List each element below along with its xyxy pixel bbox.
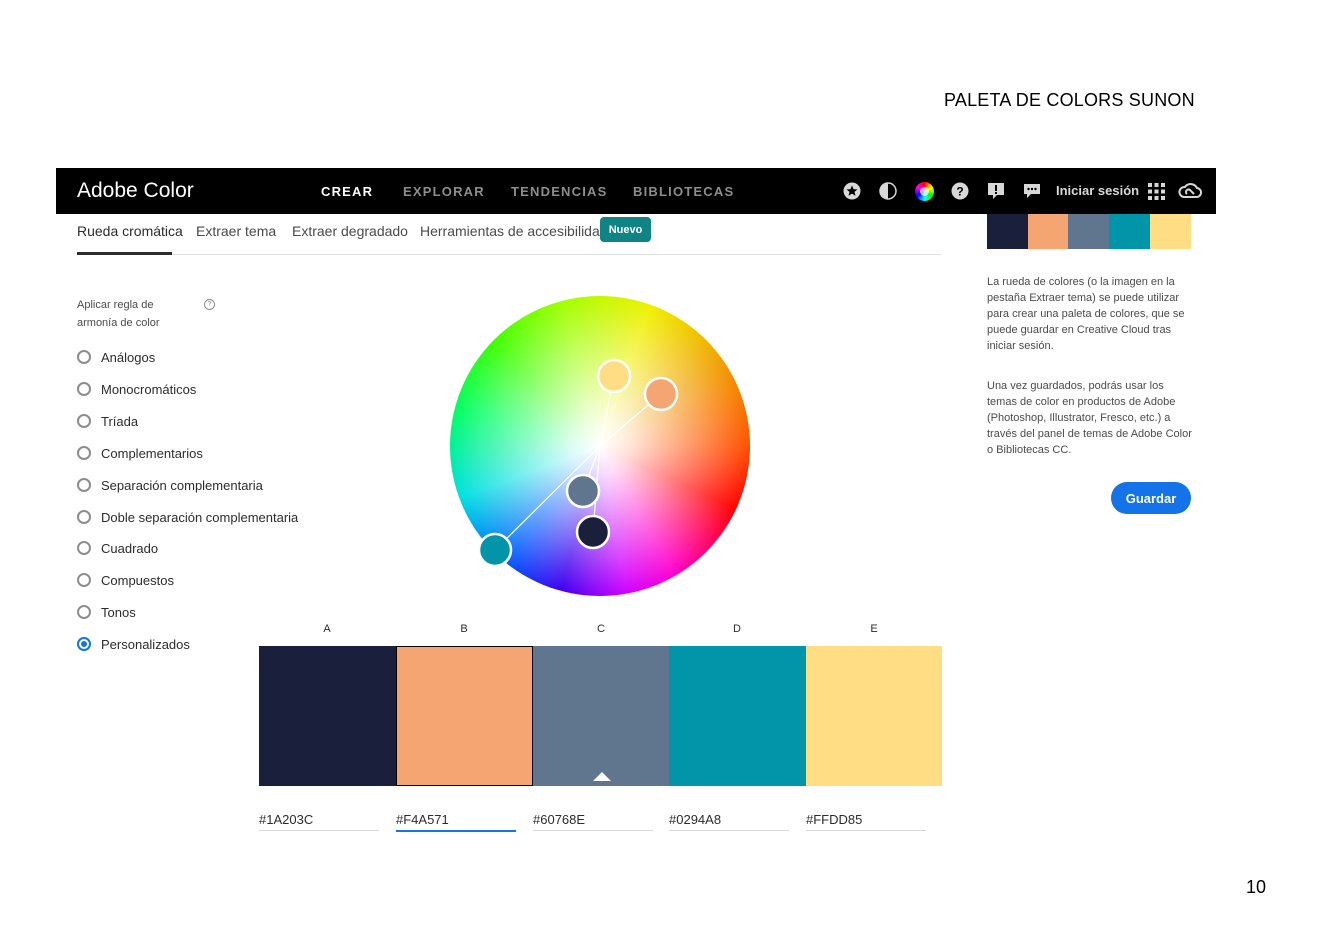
hex-input-b[interactable]: #F4A571	[396, 812, 516, 832]
radio-button[interactable]	[77, 382, 91, 396]
radio-label: Tonos	[101, 604, 136, 620]
base-color-triangle-icon[interactable]	[593, 772, 611, 781]
swatch-a[interactable]	[259, 646, 396, 786]
save-button[interactable]: Guardar	[1111, 482, 1191, 514]
wheel-handle-b	[643, 376, 679, 412]
wheel-handle-d	[477, 532, 513, 568]
nav-crear[interactable]: CREAR	[321, 184, 373, 199]
page-number: 10	[1246, 877, 1267, 897]
radio-button[interactable]	[77, 350, 91, 364]
tabs-divider	[77, 254, 942, 255]
radio-label: Compuestos	[101, 572, 174, 588]
hex-input-c[interactable]: #60768E	[533, 812, 653, 831]
swatch-c[interactable]	[533, 646, 669, 786]
radio-button-selected[interactable]	[77, 637, 91, 651]
apps-grid-icon[interactable]	[1146, 181, 1166, 201]
alert-icon[interactable]	[986, 181, 1006, 201]
radio-button[interactable]	[77, 605, 91, 619]
mini-swatch-a	[987, 214, 1028, 249]
wheel-handle-e	[596, 358, 632, 394]
page-title: PALETA DE COLORS SUNON	[944, 90, 1195, 110]
hex-input-a[interactable]: #1A203C	[259, 812, 379, 831]
radio-cuadrado[interactable]: Cuadrado	[77, 538, 158, 558]
help-icon[interactable]: ?	[204, 299, 215, 310]
radio-button[interactable]	[77, 573, 91, 587]
radio-tonos[interactable]: Tonos	[77, 602, 136, 622]
chat-icon[interactable]	[1022, 181, 1042, 201]
top-navigation-bar: Adobe Color CREAR EXPLORAR TENDENCIAS BI…	[56, 168, 1216, 214]
hex-input-e[interactable]: #FFDD85	[806, 812, 926, 831]
mini-swatch-c	[1068, 214, 1109, 249]
radio-separacion-complementaria[interactable]: Separación complementaria	[77, 475, 263, 495]
radio-label: Tríada	[101, 413, 139, 429]
radio-label: Monocromáticos	[101, 381, 197, 397]
mini-swatch-e	[1150, 214, 1191, 249]
radio-label: Complementarios	[101, 445, 203, 461]
radio-button[interactable]	[77, 510, 91, 524]
mini-swatch-b	[1028, 214, 1068, 249]
radio-personalizados[interactable]: Personalizados	[77, 634, 190, 654]
radio-monocromaticos[interactable]: Monocromáticos	[77, 379, 196, 399]
swatch-d[interactable]	[669, 646, 806, 786]
nav-explorar[interactable]: EXPLORAR	[403, 184, 485, 199]
nav-bibliotecas[interactable]: BIBLIOTECAS	[633, 184, 734, 199]
tab-extraer-tema[interactable]: Extraer tema	[196, 223, 276, 239]
mini-swatch-d	[1109, 214, 1150, 249]
brand-logo[interactable]: Adobe Color	[77, 179, 194, 203]
wheel-handle-a	[575, 514, 611, 550]
swatch-letter-a: A	[323, 623, 331, 635]
swatch-letter-e: E	[870, 623, 878, 635]
radio-label: Separación complementaria	[101, 477, 263, 493]
radio-button[interactable]	[77, 414, 91, 428]
radio-label: Cuadrado	[101, 540, 159, 556]
tab-herramientas-accesibilidad[interactable]: Herramientas de accesibilidad	[420, 223, 608, 239]
harmony-rule-label: Aplicar regla de armonía de color	[77, 299, 160, 329]
swatch-b-selected[interactable]	[396, 646, 533, 786]
side-description-2: Una vez guardados, podrás usar los temas…	[987, 380, 1192, 456]
radio-label: Análogos	[101, 349, 156, 365]
swatch-letter-c: C	[597, 623, 605, 635]
new-badge: Nuevo	[600, 217, 651, 242]
creative-cloud-icon[interactable]	[1178, 181, 1202, 201]
radio-triada[interactable]: Tríada	[77, 411, 138, 431]
radio-compuestos[interactable]: Compuestos	[77, 570, 174, 590]
color-wheel-handles[interactable]	[450, 296, 750, 596]
tab-rueda-cromatica[interactable]: Rueda cromática	[77, 223, 183, 239]
radio-button[interactable]	[77, 446, 91, 460]
hex-input-d[interactable]: #0294A8	[669, 812, 789, 831]
swatch-letter-d: D	[733, 623, 741, 635]
radio-analogos[interactable]: Análogos	[77, 347, 155, 367]
radio-doble-separacion[interactable]: Doble separación complementaria	[77, 507, 298, 527]
star-badge-icon[interactable]	[842, 181, 862, 201]
side-description-1: La rueda de colores (o la imagen en la p…	[987, 276, 1185, 352]
active-tab-indicator	[77, 252, 172, 255]
radio-button[interactable]	[77, 478, 91, 492]
contrast-icon[interactable]	[878, 181, 898, 201]
swatch-letter-b: B	[460, 623, 468, 635]
swatch-e[interactable]	[806, 646, 942, 786]
radio-label: Doble separación complementaria	[101, 509, 299, 525]
color-wheel-icon[interactable]	[914, 181, 934, 201]
radio-button[interactable]	[77, 541, 91, 555]
help-icon[interactable]: ?	[950, 181, 970, 201]
signin-link[interactable]: Iniciar sesión	[1056, 183, 1139, 198]
svg-text:?: ?	[956, 185, 963, 199]
radio-complementarios[interactable]: Complementarios	[77, 443, 203, 463]
radio-label: Personalizados	[101, 636, 190, 652]
wheel-handle-c	[565, 473, 601, 509]
nav-tendencias[interactable]: TENDENCIAS	[511, 184, 608, 199]
color-wheel[interactable]	[450, 296, 750, 596]
tab-extraer-degradado[interactable]: Extraer degradado	[292, 223, 408, 239]
